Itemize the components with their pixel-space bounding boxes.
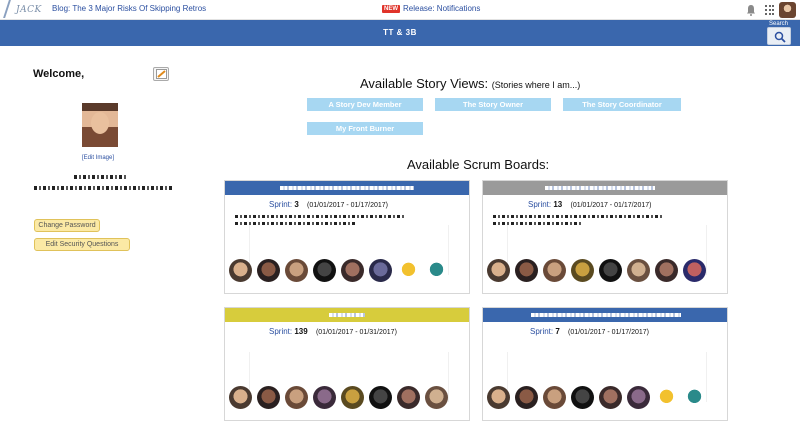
team-avatars (487, 259, 706, 282)
sprint-info: Sprint: 7 (01/01/2017 - 01/17/2017) (530, 327, 649, 336)
redacted-board-title (280, 186, 414, 190)
team-member-avatar[interactable] (655, 386, 678, 409)
team-member-avatar[interactable] (571, 386, 594, 409)
scrum-board-card[interactable]: Sprint: 139 (01/01/2017 - 01/31/2017) (224, 307, 470, 421)
board-header[interactable] (483, 181, 727, 195)
change-password-button[interactable]: Change Password (34, 219, 100, 232)
story-view-coordinator-button[interactable]: The Story Coordinator (563, 98, 681, 111)
sprint-dates: (01/01/2017 - 01/17/2017) (307, 202, 388, 209)
team-member-avatar[interactable] (515, 259, 538, 282)
user-avatar[interactable] (779, 2, 796, 18)
team-member-avatar[interactable] (487, 386, 510, 409)
new-badge: NEW (382, 5, 400, 13)
sprint-dates: (01/01/2017 - 01/17/2017) (570, 202, 652, 209)
top-bar: JACK Blog: The 3 Major Risks Of Skipping… (0, 0, 800, 20)
search-icon (774, 31, 786, 43)
board-header[interactable] (483, 308, 727, 322)
sprint-number: 139 (294, 327, 308, 336)
sprint-label: Sprint: (269, 200, 293, 209)
team-member-avatar[interactable] (543, 259, 566, 282)
team-avatars (229, 386, 448, 409)
app-logo[interactable]: JACK (3, 0, 42, 18)
team-member-avatar[interactable] (515, 386, 538, 409)
board-header[interactable] (225, 308, 469, 322)
team-member-avatar[interactable] (313, 259, 336, 282)
scrum-board-card[interactable]: Sprint: 3 (01/01/2017 - 01/17/2017) (224, 180, 470, 294)
sprint-label: Sprint: (530, 327, 554, 336)
edit-security-questions-button[interactable]: Edit Security Questions (34, 238, 130, 251)
team-member-avatar[interactable] (341, 386, 364, 409)
team-member-avatar[interactable] (571, 259, 594, 282)
scrum-boards-heading: Available Scrum Boards: (407, 157, 550, 172)
story-view-dev-member-button[interactable]: A Story Dev Member (307, 98, 423, 111)
team-member-avatar[interactable] (229, 259, 252, 282)
story-views-title: Available Story Views: (360, 76, 489, 91)
redacted-description (493, 215, 663, 218)
apps-grid-icon[interactable] (765, 5, 775, 15)
sprint-dates: (01/01/2017 - 01/31/2017) (315, 329, 397, 336)
team-member-avatar[interactable] (285, 386, 308, 409)
team-member-avatar[interactable] (313, 386, 336, 409)
team-member-avatar[interactable] (599, 259, 622, 282)
team-member-avatar[interactable] (397, 259, 420, 282)
team-member-avatar[interactable] (369, 386, 392, 409)
team-member-avatar[interactable] (683, 386, 706, 409)
team-member-avatar[interactable] (341, 259, 364, 282)
redacted-description (493, 222, 583, 225)
sprint-number: 3 (294, 200, 299, 209)
sprint-number: 13 (553, 200, 563, 209)
team-member-avatar[interactable] (627, 386, 650, 409)
redacted-name (74, 175, 128, 179)
team-avatars (487, 386, 706, 409)
team-member-avatar[interactable] (599, 386, 622, 409)
release-notice[interactable]: NEW Release: Notifications (382, 4, 480, 13)
team-member-avatar[interactable] (543, 386, 566, 409)
logo-text: JACK (16, 5, 42, 15)
blog-link[interactable]: Blog: The 3 Major Risks Of Skipping Retr… (52, 4, 206, 13)
redacted-email (34, 186, 172, 190)
team-member-avatar[interactable] (425, 386, 448, 409)
sprint-info: Sprint: 13 (01/01/2017 - 01/17/2017) (528, 200, 651, 209)
sprint-number: 7 (555, 327, 560, 336)
story-views-heading: Available Story Views: (Stories where I … (0, 76, 800, 91)
team-member-avatar[interactable] (257, 259, 280, 282)
redacted-board-title (531, 313, 681, 317)
team-member-avatar[interactable] (229, 386, 252, 409)
bell-icon[interactable] (746, 4, 756, 16)
page-title: TT & 3B (383, 28, 417, 37)
story-views-subtitle: (Stories where I am...) (491, 80, 581, 90)
redacted-board-title (545, 186, 655, 190)
team-member-avatar[interactable] (655, 259, 678, 282)
team-member-avatar[interactable] (257, 386, 280, 409)
sprint-dates: (01/01/2017 - 01/17/2017) (568, 329, 649, 336)
team-member-avatar[interactable] (683, 259, 706, 282)
page-header: TT & 3B (0, 20, 800, 46)
edit-image-link[interactable]: [Edit Image] (82, 155, 114, 161)
team-member-avatar[interactable] (285, 259, 308, 282)
board-header[interactable] (225, 181, 469, 195)
release-link[interactable]: Release: Notifications (403, 4, 480, 13)
sprint-info: Sprint: 3 (01/01/2017 - 01/17/2017) (269, 200, 388, 209)
scrum-board-card[interactable]: Sprint: 7 (01/01/2017 - 01/17/2017) (482, 307, 728, 421)
redacted-description (235, 222, 355, 225)
sprint-label: Sprint: (269, 327, 293, 336)
sprint-label: Sprint: (528, 200, 552, 209)
team-member-avatar[interactable] (627, 259, 650, 282)
story-view-owner-button[interactable]: The Story Owner (435, 98, 551, 111)
sprint-info: Sprint: 139 (01/01/2017 - 01/31/2017) (269, 327, 397, 336)
team-member-avatar[interactable] (487, 259, 510, 282)
redacted-board-title (329, 313, 365, 317)
team-member-avatar[interactable] (425, 259, 448, 282)
profile-photo (82, 103, 118, 147)
team-avatars (229, 259, 448, 282)
team-member-avatar[interactable] (369, 259, 392, 282)
scrum-board-card[interactable]: Sprint: 13 (01/01/2017 - 01/17/2017) (482, 180, 728, 294)
search-button[interactable] (767, 27, 791, 45)
team-member-avatar[interactable] (397, 386, 420, 409)
redacted-description (235, 215, 405, 218)
story-view-front-burner-button[interactable]: My Front Burner (307, 122, 423, 135)
